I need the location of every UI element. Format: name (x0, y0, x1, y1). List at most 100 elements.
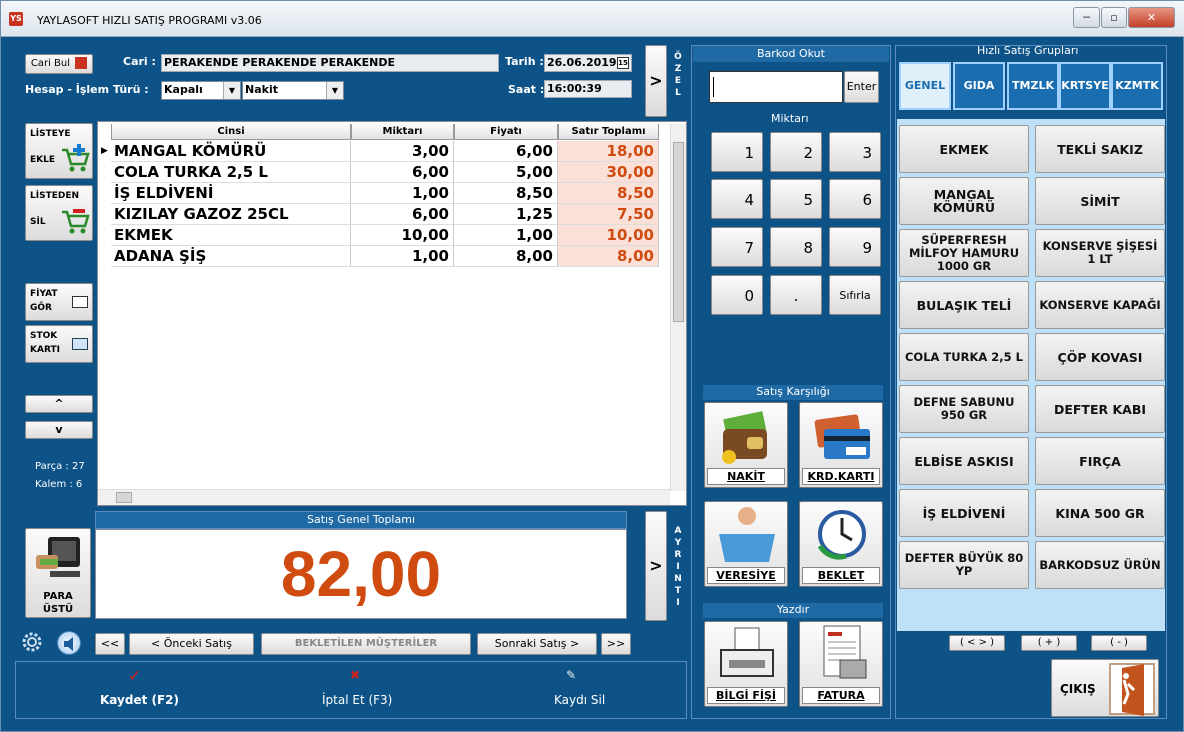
table-row[interactable]: MANGAL KÖMÜRÜ 3,00 6,00 18,00 (111, 141, 659, 162)
cell-satir-toplami[interactable]: 10,00 (558, 225, 659, 246)
cell-cinsi[interactable]: EKMEK (111, 225, 351, 246)
cell-cinsi[interactable]: MANGAL KÖMÜRÜ (111, 141, 351, 162)
quick-product-button[interactable]: COLA TURKA 2,5 L (899, 333, 1029, 381)
cell-satir-toplami[interactable]: 8,00 (558, 246, 659, 267)
scroll-down-button[interactable]: v (25, 421, 93, 439)
table-row[interactable]: EKMEK 10,00 1,00 10,00 (111, 225, 659, 246)
quick-product-button[interactable]: SİMİT (1035, 177, 1165, 225)
prev-sale-button[interactable]: < Önceki Satış (129, 633, 254, 655)
keypad-key-2[interactable]: 2 (770, 132, 822, 172)
group-tab-gida[interactable]: GIDA (953, 62, 1005, 110)
cell-satir-toplami[interactable]: 8,50 (558, 183, 659, 204)
quick-product-button[interactable]: EKMEK (899, 125, 1029, 173)
beklet-button[interactable]: BEKLET (799, 501, 883, 587)
cari-bul-button[interactable]: Cari Bul (25, 54, 93, 74)
fatura-button[interactable]: FATURA (799, 621, 883, 707)
quick-product-button[interactable]: İŞ ELDİVENİ (899, 489, 1029, 537)
keypad-key-dot[interactable]: . (770, 275, 822, 315)
waiting-customers-button[interactable]: BEKLETİLEN MÜŞTERİLER (261, 633, 471, 655)
first-button[interactable]: << (95, 633, 125, 655)
hscroll-thumb[interactable] (116, 492, 132, 503)
cari-field[interactable]: PERAKENDE PERAKENDE PERAKENDE (161, 54, 499, 72)
page-plus-button[interactable]: ( + ) (1021, 635, 1077, 651)
col-cinsi[interactable]: Cinsi (111, 124, 351, 140)
table-row[interactable]: KIZILAY GAZOZ 25CL 6,00 1,25 7,50 (111, 204, 659, 225)
table-row[interactable]: COLA TURKA 2,5 L 6,00 5,00 30,00 (111, 162, 659, 183)
keypad-key-1[interactable]: 1 (711, 132, 763, 172)
table-row[interactable]: ADANA ŞİŞ 1,00 8,00 8,00 (111, 246, 659, 267)
last-button[interactable]: >> (601, 633, 631, 655)
keypad-key-8[interactable]: 8 (770, 227, 822, 267)
page-toggle-button[interactable]: ( < > ) (949, 635, 1005, 651)
col-satir-toplami[interactable]: Satır Toplamı (558, 124, 659, 140)
veresiye-button[interactable]: VERESİYE (704, 501, 788, 587)
next-sale-button[interactable]: Sonraki Satış > (477, 633, 597, 655)
iptal-label[interactable]: İptal Et (F3) (322, 693, 392, 707)
quick-product-button[interactable]: MANGAL KÖMÜRÜ (899, 177, 1029, 225)
cell-fiyati[interactable]: 8,50 (454, 183, 558, 204)
close-button[interactable]: ✕ (1128, 7, 1175, 28)
listeye-ekle-button[interactable]: LİSTEYE EKLE (25, 123, 93, 179)
cell-satir-toplami[interactable]: 18,00 (558, 141, 659, 162)
keypad-key-9[interactable]: 9 (829, 227, 881, 267)
group-tab-krtsye[interactable]: KRTSYE (1059, 62, 1111, 110)
cell-fiyati[interactable]: 1,00 (454, 225, 558, 246)
cell-satir-toplami[interactable]: 30,00 (558, 162, 659, 183)
calendar-icon[interactable]: 15 (617, 57, 629, 69)
quick-product-button[interactable]: KINA 500 GR (1035, 489, 1165, 537)
tarih-field[interactable]: 26.06.2019 15 (544, 54, 632, 72)
quick-product-button[interactable]: BULAŞIK TELİ (899, 281, 1029, 329)
cell-fiyati[interactable]: 8,00 (454, 246, 558, 267)
restore-button[interactable]: ▫ (1101, 7, 1127, 28)
cell-cinsi[interactable]: KIZILAY GAZOZ 25CL (111, 204, 351, 225)
bilgi-fisi-button[interactable]: BİLGİ FİŞİ (704, 621, 788, 707)
quick-product-button[interactable]: KONSERVE ŞİŞESİ 1 LT (1035, 229, 1165, 277)
quick-product-button[interactable]: BARKODSUZ ÜRÜN (1035, 541, 1165, 589)
kaydet-label[interactable]: Kaydet (F2) (100, 693, 179, 707)
quick-product-button[interactable]: ÇÖP KOVASI (1035, 333, 1165, 381)
col-miktari[interactable]: Miktarı (351, 124, 454, 140)
minimize-button[interactable]: ─ (1073, 7, 1100, 28)
barcode-input[interactable] (709, 71, 843, 103)
ozel-button[interactable]: > (645, 45, 667, 117)
cell-fiyati[interactable]: 6,00 (454, 141, 558, 162)
enter-button[interactable]: Enter (844, 71, 879, 103)
quick-product-button[interactable]: DEFTER BÜYÜK 80 YP (899, 541, 1029, 589)
keypad-key-7[interactable]: 7 (711, 227, 763, 267)
ayrinti-button[interactable]: > (645, 511, 667, 621)
group-tab-genel[interactable]: GENEL (899, 62, 951, 110)
keypad-key-3[interactable]: 3 (829, 132, 881, 172)
quick-product-button[interactable]: ELBİSE ASKISI (899, 437, 1029, 485)
vertical-scrollbar[interactable] (670, 124, 686, 491)
group-tab-tmzlk[interactable]: TMZLK (1007, 62, 1059, 110)
cell-fiyati[interactable]: 5,00 (454, 162, 558, 183)
cell-cinsi[interactable]: COLA TURKA 2,5 L (111, 162, 351, 183)
horizontal-scrollbar[interactable] (98, 489, 670, 505)
keypad-key-4[interactable]: 4 (711, 179, 763, 219)
cell-cinsi[interactable]: İŞ ELDİVENİ (111, 183, 351, 204)
keypad-key-6[interactable]: 6 (829, 179, 881, 219)
quick-product-button[interactable]: DEFNE SABUNU 950 GR (899, 385, 1029, 433)
cell-miktari[interactable]: 1,00 (351, 246, 454, 267)
group-tab-kzmtk[interactable]: KZMTK (1111, 62, 1163, 110)
keypad-key-5[interactable]: 5 (770, 179, 822, 219)
page-minus-button[interactable]: ( - ) (1091, 635, 1147, 651)
quick-product-button[interactable]: TEKLİ SAKIZ (1035, 125, 1165, 173)
cell-miktari[interactable]: 6,00 (351, 204, 454, 225)
cell-fiyati[interactable]: 1,25 (454, 204, 558, 225)
listeden-sil-button[interactable]: LİSTEDEN SİL (25, 185, 93, 241)
quick-product-button[interactable]: KONSERVE KAPAĞI (1035, 281, 1165, 329)
scroll-up-button[interactable]: ^ (25, 395, 93, 413)
cell-miktari[interactable]: 6,00 (351, 162, 454, 183)
sound-icon[interactable] (57, 631, 81, 655)
kaydi-sil-label[interactable]: Kaydı Sil (554, 693, 605, 707)
cell-cinsi[interactable]: ADANA ŞİŞ (111, 246, 351, 267)
cikis-button[interactable]: ÇIKIŞ (1051, 659, 1159, 717)
keypad-key-0[interactable]: 0 (711, 275, 763, 315)
fiyat-gor-button[interactable]: FİYAT GÖR (25, 283, 93, 321)
hesap-select[interactable]: Kapalı ▼ (161, 81, 241, 100)
islem-select[interactable]: Nakit ▼ (242, 81, 344, 100)
cell-miktari[interactable]: 3,00 (351, 141, 454, 162)
kredi-karti-button[interactable]: KRD.KARTI (799, 402, 883, 488)
quick-product-button[interactable]: SÜPERFRESH MİLFOY HAMURU 1000 GR (899, 229, 1029, 277)
